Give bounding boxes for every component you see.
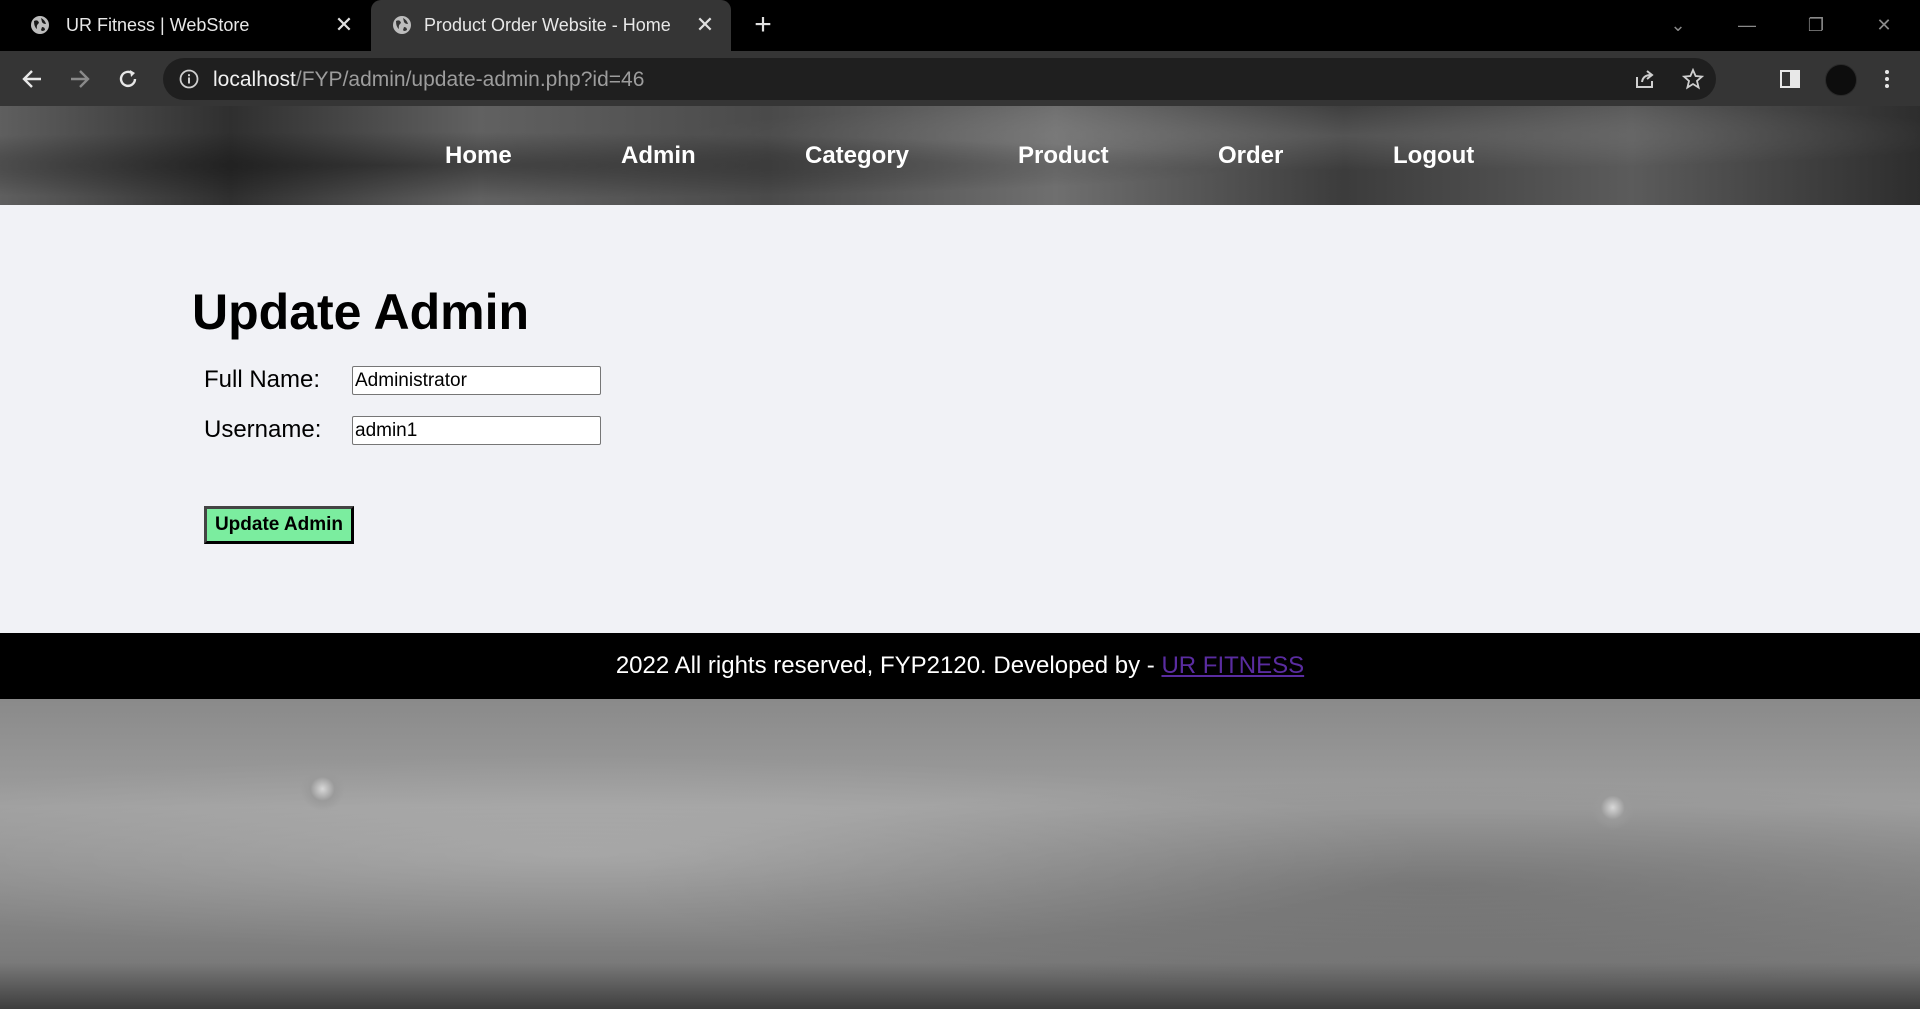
reload-icon[interactable] — [112, 63, 144, 95]
browser-tab-product-order[interactable]: Product Order Website - Home Page ✕ — [371, 0, 731, 51]
tab-title: Product Order Website - Home Page — [424, 15, 674, 35]
username-label: Username: — [204, 416, 322, 443]
profile-avatar[interactable] — [1825, 64, 1857, 96]
nav-category[interactable]: Category — [805, 142, 909, 170]
nav-admin[interactable]: Admin — [621, 142, 696, 170]
address-bar[interactable]: localhost/FYP/admin/update-admin.php?id=… — [163, 58, 1716, 100]
page: Home Admin Category Product Order Logout… — [0, 106, 1920, 1009]
browser-toolbar: localhost/FYP/admin/update-admin.php?id=… — [0, 51, 1920, 106]
browser-tab-strip: UR Fitness | WebStore ✕ Product Order We… — [0, 0, 1920, 51]
menu-kebab-icon[interactable] — [1871, 63, 1903, 95]
url-host: localhost — [213, 68, 296, 91]
globe-icon — [31, 16, 49, 34]
update-admin-button[interactable]: Update Admin — [204, 506, 354, 544]
restore-icon[interactable]: ❐ — [1796, 10, 1836, 40]
nav-order[interactable]: Order — [1218, 142, 1283, 170]
browser-tab-ur-fitness[interactable]: UR Fitness | WebStore ✕ — [0, 0, 370, 51]
back-icon[interactable] — [16, 63, 48, 95]
admin-navbar: Home Admin Category Product Order Logout — [0, 106, 1920, 205]
globe-icon — [393, 16, 411, 34]
page-title: Update Admin — [192, 284, 530, 340]
close-tab-icon[interactable]: ✕ — [693, 13, 717, 37]
window-close-icon[interactable]: ✕ — [1864, 10, 1904, 40]
nav-logout[interactable]: Logout — [1393, 142, 1474, 170]
nav-product[interactable]: Product — [1018, 142, 1109, 170]
url-text: localhost/FYP/admin/update-admin.php?id=… — [213, 68, 644, 92]
share-icon[interactable] — [1634, 68, 1656, 90]
new-tab-icon[interactable]: + — [747, 10, 779, 42]
full-name-input[interactable] — [352, 366, 601, 395]
close-tab-icon[interactable]: ✕ — [332, 13, 356, 37]
main-content: Update Admin Full Name: Username: Update… — [0, 205, 1920, 633]
forward-icon[interactable] — [64, 63, 96, 95]
concrete-background — [0, 699, 1920, 1009]
bookmark-star-icon[interactable] — [1682, 68, 1704, 90]
minimize-icon[interactable]: — — [1727, 10, 1767, 40]
side-panel-icon[interactable] — [1774, 63, 1806, 95]
nav-home[interactable]: Home — [445, 142, 512, 170]
url-path: /FYP/admin/update-admin.php?id=46 — [295, 68, 645, 91]
full-name-label: Full Name: — [204, 366, 321, 393]
site-info-icon[interactable] — [179, 69, 199, 89]
footer-text: 2022 All rights reserved, FYP2120. Devel… — [615, 652, 1162, 679]
username-input[interactable] — [352, 416, 601, 445]
footer: 2022 All rights reserved, FYP2120. Devel… — [0, 633, 1920, 699]
tab-title: UR Fitness | WebStore — [66, 15, 250, 35]
footer-link[interactable]: UR FITNESS — [1161, 652, 1304, 679]
tab-search-icon[interactable]: ⌄ — [1658, 10, 1698, 40]
